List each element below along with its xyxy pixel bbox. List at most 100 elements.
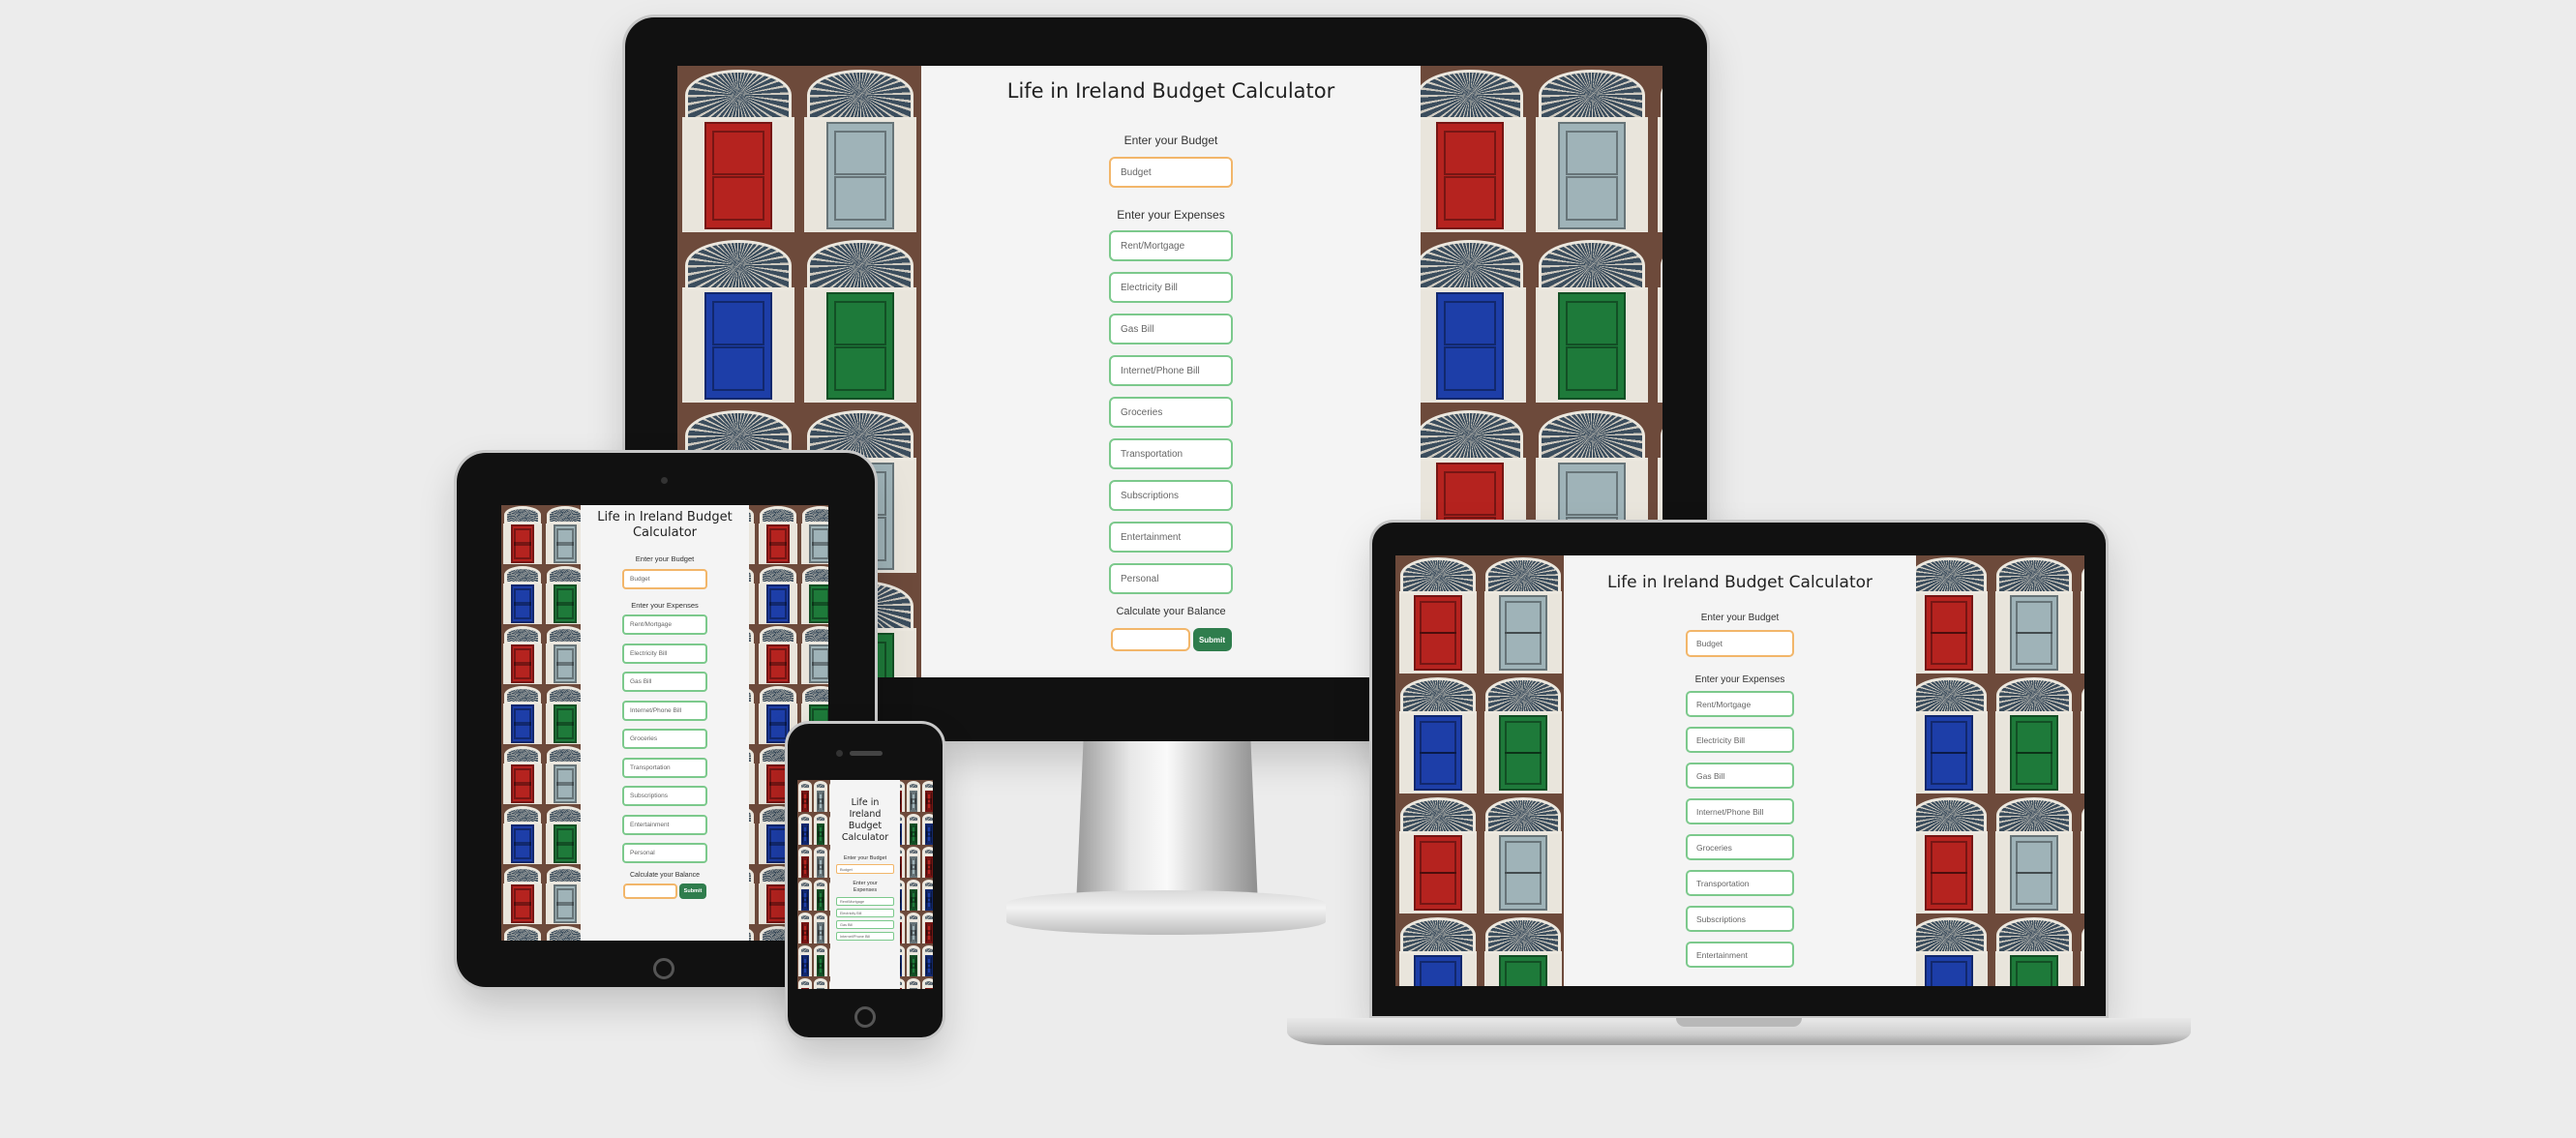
expense-input[interactable]: Rent/Mortgage bbox=[622, 614, 707, 635]
door-tile bbox=[906, 879, 921, 912]
expense-placeholder: Groceries bbox=[1696, 842, 1732, 853]
laptop-screen: Life in Ireland Budget Calculator Enter … bbox=[1395, 555, 2084, 986]
balance-output[interactable] bbox=[623, 883, 677, 899]
door-tile bbox=[1395, 915, 1481, 986]
door-tile bbox=[1992, 915, 2077, 986]
expense-input[interactable]: Rent/Mortgage bbox=[1686, 691, 1794, 717]
expense-input[interactable]: Subscriptions bbox=[1686, 906, 1794, 932]
expense-placeholder: Gas Bill bbox=[840, 922, 854, 927]
expense-input[interactable]: Groceries bbox=[1686, 834, 1794, 860]
expense-input[interactable]: Rent/Mortgage bbox=[836, 897, 894, 906]
door-tile bbox=[797, 944, 813, 977]
webcam-icon bbox=[661, 477, 668, 484]
door-tile bbox=[797, 780, 813, 813]
expense-input[interactable]: Gas Bill bbox=[1686, 763, 1794, 789]
phone-screen: Life in Ireland Budget Calculator Enter … bbox=[797, 780, 933, 989]
expense-input[interactable]: Groceries bbox=[1109, 397, 1233, 428]
expense-input[interactable]: Subscriptions bbox=[622, 786, 707, 806]
expense-input[interactable]: Internet/Phone Bill bbox=[836, 932, 894, 941]
door-tile bbox=[757, 625, 799, 685]
submit-button[interactable]: Submit bbox=[679, 883, 706, 899]
door-tile bbox=[921, 977, 933, 989]
door-tile bbox=[921, 944, 933, 977]
door-tile bbox=[1409, 66, 1531, 236]
door-tile bbox=[1653, 66, 1662, 236]
expense-input[interactable]: Electricity Bill bbox=[836, 909, 894, 917]
door-tile bbox=[921, 813, 933, 846]
expense-input[interactable]: Personal bbox=[622, 843, 707, 863]
expense-input[interactable]: Internet/Phone Bill bbox=[1109, 355, 1233, 386]
door-tile bbox=[2077, 795, 2084, 915]
expense-input[interactable]: Rent/Mortgage bbox=[1109, 230, 1233, 261]
expense-input[interactable]: Electricity Bill bbox=[622, 643, 707, 664]
door-tile bbox=[921, 912, 933, 944]
door-tile bbox=[906, 813, 921, 846]
expense-input[interactable]: Personal bbox=[1109, 563, 1233, 594]
door-tile bbox=[501, 505, 544, 565]
home-button-icon[interactable] bbox=[653, 958, 674, 979]
expense-fields: Rent/Mortgage Electricity Bill Gas Bill Int… bbox=[1109, 230, 1233, 594]
expense-input[interactable]: Entertainment bbox=[1109, 522, 1233, 553]
expense-input[interactable]: Entertainment bbox=[622, 814, 707, 835]
door-tile bbox=[906, 780, 921, 813]
monitor-stand-neck bbox=[1076, 741, 1258, 906]
door-tile bbox=[813, 879, 828, 912]
budget-input[interactable]: Budget bbox=[1109, 157, 1233, 188]
door-tile bbox=[797, 879, 813, 912]
expenses-heading: Enter your Expenses bbox=[1694, 674, 1785, 685]
expense-placeholder: Transportation bbox=[1696, 878, 1750, 888]
page-title: Life in Ireland Budget Calculator bbox=[1606, 573, 1873, 592]
page-title: Life in Ireland Budget Calculator bbox=[841, 797, 889, 843]
budget-heading: Enter your Budget bbox=[635, 554, 695, 563]
balance-row: Submit bbox=[623, 883, 706, 899]
expense-input[interactable]: Groceries bbox=[622, 729, 707, 749]
expense-input[interactable]: Internet/Phone Bill bbox=[622, 700, 707, 721]
door-tile bbox=[813, 944, 828, 977]
budget-input[interactable]: Budget bbox=[836, 864, 894, 874]
balance-output[interactable] bbox=[1110, 628, 1190, 651]
door-tile bbox=[921, 846, 933, 879]
expense-input[interactable]: Electricity Bill bbox=[1686, 727, 1794, 753]
desktop-app-panel: Life in Ireland Budget Calculator Enter … bbox=[921, 66, 1421, 677]
home-button-icon[interactable] bbox=[854, 1006, 876, 1028]
door-tile bbox=[799, 565, 828, 625]
expense-placeholder: Electricity Bill bbox=[1696, 734, 1746, 745]
door-tile bbox=[921, 879, 933, 912]
door-tile bbox=[797, 977, 813, 989]
expense-input[interactable]: Entertainment bbox=[1686, 942, 1794, 968]
door-tile bbox=[813, 813, 828, 846]
expense-input[interactable]: Transportation bbox=[1109, 438, 1233, 469]
budget-placeholder: Budget bbox=[630, 576, 650, 583]
page-title: Life in Ireland Budget Calculator bbox=[1006, 79, 1335, 103]
expense-input[interactable]: Gas Bill bbox=[836, 920, 894, 929]
expense-placeholder: Entertainment bbox=[1121, 531, 1182, 543]
expense-placeholder: Electricity Bill bbox=[630, 649, 668, 657]
budget-input[interactable]: Budget bbox=[1686, 630, 1794, 657]
expense-placeholder: Rent/Mortgage bbox=[840, 899, 865, 904]
expense-input[interactable]: Gas Bill bbox=[1109, 314, 1233, 344]
expense-input[interactable]: Transportation bbox=[1686, 870, 1794, 896]
door-tile bbox=[813, 912, 828, 944]
door-tile bbox=[1395, 555, 1481, 675]
door-tile bbox=[757, 565, 799, 625]
door-tile bbox=[1906, 915, 1992, 986]
expense-placeholder: Personal bbox=[630, 850, 655, 856]
door-tile bbox=[2077, 555, 2084, 675]
balance-heading: Calculate your Balance bbox=[630, 872, 700, 879]
door-tile bbox=[1992, 795, 2077, 915]
laptop-notch bbox=[1676, 1018, 1802, 1027]
door-tile bbox=[799, 66, 921, 236]
expense-placeholder: Groceries bbox=[1121, 406, 1163, 418]
balance-row: Submit bbox=[1110, 628, 1232, 651]
expense-input[interactable]: Electricity Bill bbox=[1109, 272, 1233, 303]
submit-button[interactable]: Submit bbox=[1192, 628, 1232, 651]
expense-input[interactable]: Subscriptions bbox=[1109, 480, 1233, 511]
expense-input[interactable]: Gas Bill bbox=[622, 672, 707, 692]
expense-input[interactable]: Internet/Phone Bill bbox=[1686, 798, 1794, 824]
budget-input[interactable]: Budget bbox=[622, 569, 707, 589]
budget-heading: Enter your Budget bbox=[1123, 134, 1218, 147]
door-tile bbox=[1409, 236, 1531, 406]
expense-input[interactable]: Transportation bbox=[622, 757, 707, 778]
door-tile bbox=[906, 977, 921, 989]
expenses-heading: Enter your Expenses bbox=[853, 881, 878, 893]
